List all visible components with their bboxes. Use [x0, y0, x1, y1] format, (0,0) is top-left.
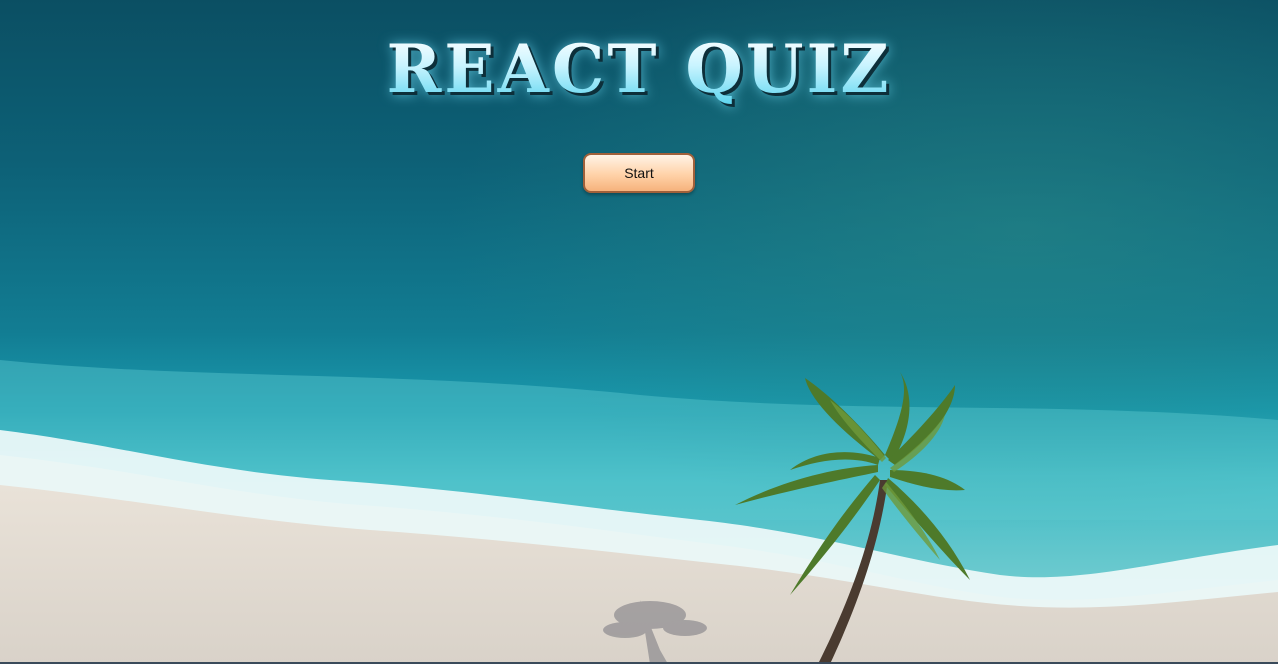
- page-title: REACT QUIZ: [0, 34, 1278, 104]
- start-button[interactable]: Start: [583, 153, 695, 193]
